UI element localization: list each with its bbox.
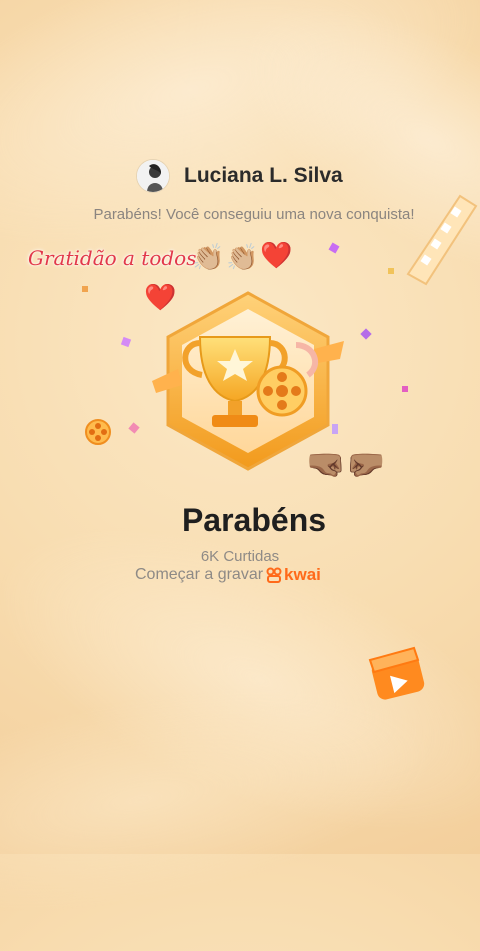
kwai-brand-text: kwai [284,565,321,584]
confetti [120,336,132,348]
confetti [360,328,372,340]
kwai-logo: kwai [266,565,321,585]
confetti [328,242,340,254]
confetti [402,386,408,392]
film-reel-icon [84,418,112,451]
avatar-image [137,160,169,192]
film-strip-icon [396,192,480,297]
start-recording-link[interactable]: Começar a gravar kwai [135,565,321,585]
heart-icon: ❤️ [260,240,293,270]
confetti [82,286,88,292]
user-header[interactable]: Luciana L. Silva [136,159,343,193]
clapping-hands-icon: 👏🏼 [192,242,225,272]
fist-bump-icon: 🤜🏽🤛🏽 [306,446,386,482]
user-name[interactable]: Luciana L. Silva [184,164,343,188]
clapping-hands-icon: 👏🏼 [226,242,259,272]
overlay-text: Gratidão a todos [28,246,197,270]
kwai-logo-icon [266,567,282,583]
video-clapper-icon [364,640,430,707]
achievement-title: Parabéns [181,502,327,538]
confetti [388,268,394,274]
start-recording-label: Começar a gravar [135,566,264,583]
avatar[interactable] [136,159,170,193]
confetti [332,424,338,434]
likes-count: 6K Curtidas [200,548,280,565]
